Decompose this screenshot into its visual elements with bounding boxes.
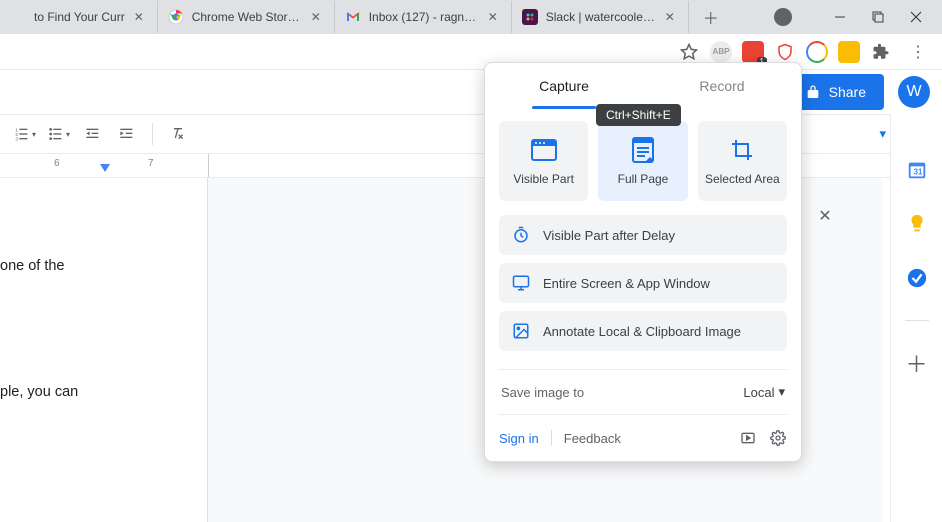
sidepanel-separator bbox=[905, 320, 929, 321]
add-addon-icon[interactable]: ＋ bbox=[905, 351, 929, 375]
footer-divider bbox=[551, 430, 552, 446]
list-label: Annotate Local & Clipboard Image bbox=[543, 324, 741, 339]
slack-favicon-icon bbox=[522, 9, 538, 25]
sign-in-link[interactable]: Sign in bbox=[499, 431, 539, 446]
browser-window-icon bbox=[530, 136, 558, 164]
list-label: Visible Part after Delay bbox=[543, 228, 675, 243]
document-page[interactable]: one of the ple, you can bbox=[0, 178, 208, 522]
visible-after-delay-item[interactable]: Visible Part after Delay bbox=[499, 215, 787, 255]
popup-tabs: Capture Record bbox=[485, 63, 801, 109]
minimize-window-icon[interactable] bbox=[832, 9, 848, 25]
decrease-indent-button[interactable] bbox=[78, 120, 108, 148]
ruler-guide bbox=[208, 154, 209, 177]
doc-text: ple, you can bbox=[0, 382, 207, 404]
capture-options-list: Visible Part after Delay Entire Screen &… bbox=[485, 209, 801, 365]
keep-addon-icon[interactable] bbox=[905, 212, 929, 236]
list-label: Entire Screen & App Window bbox=[543, 276, 710, 291]
svg-text:3: 3 bbox=[15, 137, 18, 142]
browser-tab[interactable]: to Find Your Curr ✕ bbox=[0, 1, 158, 33]
popup-separator bbox=[499, 369, 787, 370]
tab-title: to Find Your Curr bbox=[34, 10, 125, 24]
browser-tab-strip: to Find Your Curr ✕ Chrome Web Store - s… bbox=[0, 0, 942, 34]
selected-area-card[interactable]: Selected Area bbox=[698, 121, 787, 201]
toolbar-separator bbox=[152, 123, 153, 145]
increase-indent-button[interactable] bbox=[112, 120, 142, 148]
feedback-link[interactable]: Feedback bbox=[564, 431, 621, 446]
calendar-addon-icon[interactable]: 31 bbox=[905, 158, 929, 182]
extension-icon[interactable] bbox=[838, 41, 860, 63]
visible-part-card[interactable]: Visible Part bbox=[499, 121, 588, 201]
tab-title: Slack | watercooler | C bbox=[546, 10, 656, 24]
browser-tab[interactable]: Inbox (127) - ragnartm ✕ bbox=[335, 1, 512, 33]
popup-separator bbox=[499, 414, 787, 415]
close-tab-icon[interactable]: ✕ bbox=[662, 9, 678, 25]
doc-favicon-icon bbox=[10, 9, 26, 25]
popup-footer: Sign in Feedback bbox=[485, 419, 801, 461]
svg-text:31: 31 bbox=[913, 168, 923, 177]
image-icon bbox=[511, 321, 531, 341]
share-label: Share bbox=[829, 84, 866, 100]
tab-label: Capture bbox=[539, 78, 589, 94]
card-label: Full Page bbox=[618, 172, 669, 186]
save-value: Local bbox=[743, 385, 774, 400]
browser-menu-icon[interactable]: ⋮ bbox=[906, 40, 930, 64]
tab-label: Record bbox=[699, 78, 744, 94]
capture-tab[interactable]: Capture bbox=[485, 63, 643, 109]
profile-icon[interactable] bbox=[774, 8, 792, 26]
entire-screen-item[interactable]: Entire Screen & App Window bbox=[499, 263, 787, 303]
chrome-webstore-favicon-icon bbox=[168, 9, 184, 25]
side-panel: 31 ＋ bbox=[890, 114, 942, 522]
settings-gear-icon[interactable] bbox=[769, 429, 787, 447]
extensions-puzzle-icon[interactable] bbox=[870, 41, 892, 63]
lastpass-extension-icon[interactable]: 1 bbox=[742, 41, 764, 63]
bookmark-star-icon[interactable] bbox=[678, 41, 700, 63]
tasks-addon-icon[interactable] bbox=[905, 266, 929, 290]
save-location-dropdown[interactable]: Local ▾ bbox=[743, 384, 785, 400]
lock-icon bbox=[805, 84, 821, 100]
new-tab-button[interactable]: ＋ bbox=[697, 3, 725, 31]
record-tab[interactable]: Record bbox=[643, 63, 801, 109]
close-panel-icon[interactable]: ✕ bbox=[815, 206, 835, 226]
timer-icon bbox=[511, 225, 531, 245]
user-avatar[interactable]: W bbox=[898, 76, 930, 108]
full-page-card[interactable]: Full Page bbox=[598, 121, 687, 201]
annotate-image-item[interactable]: Annotate Local & Clipboard Image bbox=[499, 311, 787, 351]
avatar-initial: W bbox=[906, 83, 921, 101]
window-controls bbox=[774, 0, 942, 34]
full-page-icon bbox=[629, 136, 657, 164]
tab-title: Chrome Web Store - s bbox=[192, 10, 302, 24]
ruler-number: 7 bbox=[148, 158, 154, 169]
ruler-marker-icon[interactable] bbox=[100, 164, 110, 172]
keyboard-shortcut-tooltip: Ctrl+Shift+E bbox=[596, 104, 681, 126]
save-location-row: Save image to Local ▾ bbox=[485, 374, 801, 410]
bulleted-list-button[interactable] bbox=[44, 120, 74, 148]
monitor-icon bbox=[511, 273, 531, 293]
close-window-icon[interactable] bbox=[908, 9, 924, 25]
tab-title: Inbox (127) - ragnartm bbox=[369, 10, 479, 24]
close-tab-icon[interactable]: ✕ bbox=[308, 9, 324, 25]
adblock-extension-icon[interactable]: ABP bbox=[710, 41, 732, 63]
doc-text: one of the bbox=[0, 256, 207, 278]
browser-tab[interactable]: Slack | watercooler | C ✕ bbox=[512, 1, 689, 33]
ruler-number: 6 bbox=[54, 158, 60, 169]
clear-formatting-button[interactable] bbox=[163, 120, 193, 148]
video-library-icon[interactable] bbox=[739, 429, 757, 447]
nimbus-extension-icon[interactable] bbox=[806, 41, 828, 63]
close-tab-icon[interactable]: ✕ bbox=[485, 9, 501, 25]
close-tab-icon[interactable]: ✕ bbox=[131, 9, 147, 25]
crop-icon bbox=[728, 136, 756, 164]
share-button[interactable]: Share bbox=[791, 74, 884, 110]
maximize-window-icon[interactable] bbox=[870, 9, 886, 25]
card-label: Selected Area bbox=[705, 172, 780, 186]
numbered-list-button[interactable]: 123 bbox=[10, 120, 40, 148]
browser-tab[interactable]: Chrome Web Store - s ✕ bbox=[158, 1, 335, 33]
gmail-favicon-icon bbox=[345, 9, 361, 25]
ublock-extension-icon[interactable] bbox=[774, 41, 796, 63]
save-label: Save image to bbox=[501, 385, 584, 400]
card-label: Visible Part bbox=[513, 172, 573, 186]
